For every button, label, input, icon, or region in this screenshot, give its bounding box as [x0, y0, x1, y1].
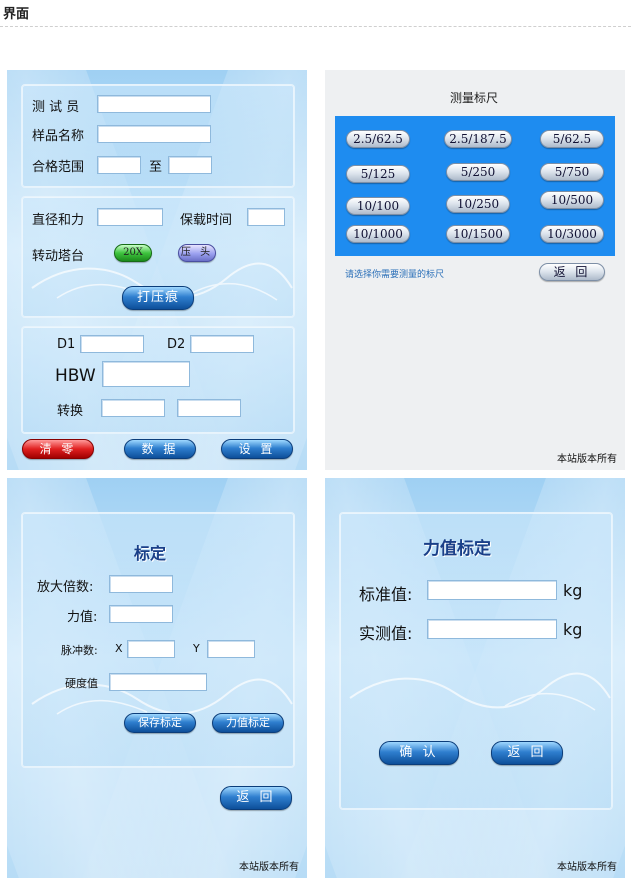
copyright: 本站版本所有: [557, 862, 617, 873]
scale-button-10-3000[interactable]: 10/3000: [540, 225, 604, 243]
pulse-x-input[interactable]: [127, 640, 175, 658]
main-panel: 测 试 员 样品名称 合格范围 至 直径和力 保载时间 转动塔台 20X 压 头…: [7, 70, 307, 470]
sample-label: 样品名称: [32, 129, 85, 144]
hold-time-input[interactable]: [247, 208, 285, 226]
calib-title: 标定: [134, 544, 167, 563]
swirl-ornament: [349, 672, 611, 711]
scale-button-10-1500[interactable]: 10/1500: [446, 225, 510, 243]
hbw-label: HBW: [55, 366, 96, 386]
scale-button-5-250[interactable]: 5/250: [446, 163, 510, 181]
pulse-y-input[interactable]: [207, 640, 255, 658]
d1-label: D1: [57, 337, 76, 352]
standard-label: 标准值:: [359, 585, 413, 604]
scale-button-2.5-187.5[interactable]: 2.5/187.5: [444, 130, 512, 148]
scale-button-10-500[interactable]: 10/500: [540, 191, 604, 209]
range-label: 合格范围: [32, 160, 85, 175]
magnification-input[interactable]: [109, 575, 173, 593]
pulse-y-label: Y: [193, 642, 200, 655]
hardness-input[interactable]: [109, 673, 207, 691]
convert-label: 转换: [57, 404, 84, 419]
scale-hint: 请选择你需要测量的标尺: [345, 270, 445, 280]
copyright: 本站版本所有: [239, 862, 299, 873]
d2-label: D2: [167, 337, 186, 352]
measured-input[interactable]: [427, 619, 557, 639]
force-label: 直径和力: [32, 213, 85, 228]
measured-label: 实测值:: [359, 624, 413, 643]
calib-force-input[interactable]: [109, 605, 173, 623]
divider: [0, 26, 631, 27]
indenter-button[interactable]: 压 头: [178, 244, 216, 262]
standard-input[interactable]: [427, 580, 557, 600]
scale-button-10-250[interactable]: 10/250: [446, 195, 510, 213]
tester-input[interactable]: [97, 95, 211, 113]
page-title: 界面: [3, 7, 30, 22]
pulse-label: 脉冲数:: [61, 644, 98, 657]
scale-panel: 测量标尺 2.5/62.5 2.5/187.5 5/62.5 5/125 5/2…: [325, 70, 625, 470]
copyright: 本站版本所有: [557, 454, 617, 465]
measured-unit: kg: [563, 620, 583, 639]
d1-input[interactable]: [80, 335, 144, 353]
convert-input-1[interactable]: [101, 399, 165, 417]
scale-back-button[interactable]: 返 回: [539, 263, 605, 281]
calib-back-button[interactable]: 返 回: [220, 786, 292, 810]
sample-input[interactable]: [97, 125, 211, 143]
scale-button-5-125[interactable]: 5/125: [346, 165, 410, 183]
standard-unit: kg: [563, 581, 583, 600]
save-calib-button[interactable]: 保存标定: [124, 713, 196, 733]
20x-button[interactable]: 20X: [114, 244, 152, 262]
hardness-label: 硬度值: [65, 677, 98, 690]
calib-panel: 标定 放大倍数: 力值: 脉冲数: X Y 硬度值 保存标定 力值标定 返 回 …: [7, 478, 307, 878]
scale-title: 测量标尺: [450, 91, 499, 105]
turret-label: 转动塔台: [32, 249, 85, 264]
magnification-label: 放大倍数:: [37, 580, 94, 595]
data-button[interactable]: 数 据: [124, 439, 196, 459]
pulse-x-label: X: [115, 642, 123, 655]
scale-button-10-1000[interactable]: 10/1000: [346, 225, 410, 243]
tester-label: 测 试 员: [32, 100, 80, 115]
d2-input[interactable]: [190, 335, 254, 353]
clear-button[interactable]: 清 零: [22, 439, 94, 459]
calib-force-label: 力值:: [67, 610, 98, 625]
force-back-button[interactable]: 返 回: [491, 741, 563, 765]
hbw-input[interactable]: [102, 361, 190, 387]
confirm-button[interactable]: 确 认: [379, 741, 459, 765]
scale-button-5-750[interactable]: 5/750: [540, 163, 604, 181]
force-calib-title: 力值标定: [423, 539, 491, 559]
convert-input-2[interactable]: [177, 399, 241, 417]
hold-time-label: 保载时间: [180, 213, 233, 228]
range-to-label: 至: [149, 160, 163, 175]
force-calib-button[interactable]: 力值标定: [212, 713, 284, 733]
settings-button[interactable]: 设 置: [221, 439, 293, 459]
force-input[interactable]: [97, 208, 163, 226]
scale-button-2.5-62.5[interactable]: 2.5/62.5: [346, 130, 410, 148]
scale-button-5-62.5[interactable]: 5/62.5: [540, 130, 604, 148]
force-panel: 力值标定 标准值: kg 实测值: kg 确 认 返 回 本站版本所有: [325, 478, 625, 878]
range-max-input[interactable]: [168, 156, 212, 174]
range-min-input[interactable]: [97, 156, 141, 174]
indent-button[interactable]: 打压痕: [122, 286, 194, 310]
scale-button-10-100[interactable]: 10/100: [346, 197, 410, 215]
